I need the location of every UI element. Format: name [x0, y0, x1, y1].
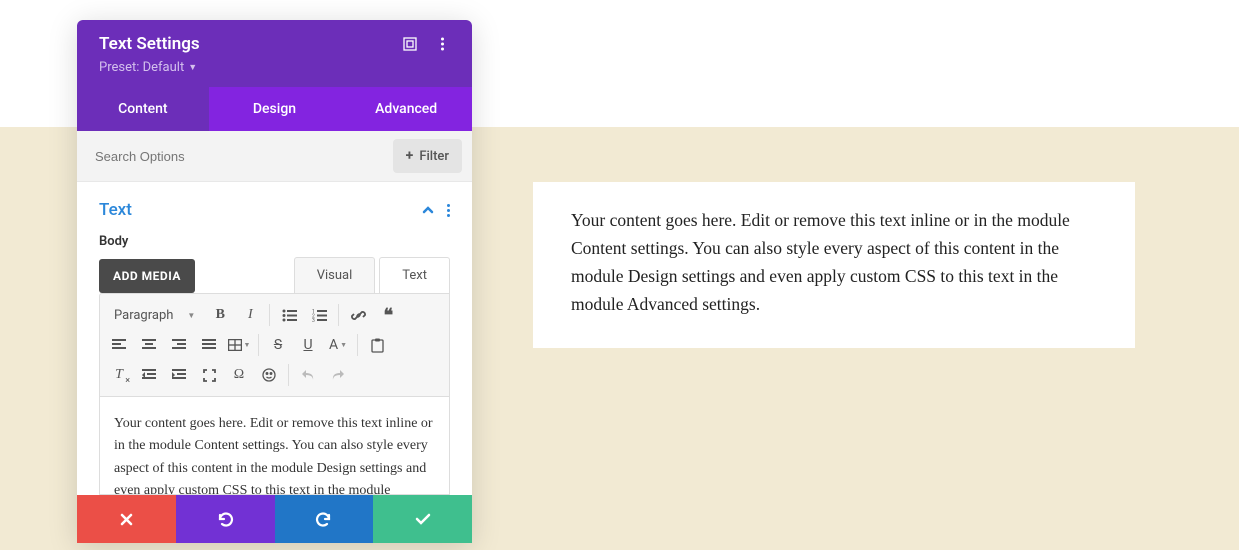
panel-title: Text Settings — [99, 34, 200, 54]
tab-content[interactable]: Content — [77, 87, 209, 131]
preset-selector[interactable]: Preset: Default ▼ — [99, 60, 450, 75]
editor-content[interactable]: Your content goes here. Edit or remove t… — [99, 397, 450, 495]
format-dropdown[interactable]: Paragraph ▼ — [106, 304, 203, 327]
editor-area: ADD MEDIA Visual Text Paragraph ▼ B I 12… — [77, 257, 472, 495]
bold-icon[interactable]: B — [207, 302, 233, 328]
editor-tab-text[interactable]: Text — [379, 257, 450, 293]
caret-down-icon: ▼ — [188, 62, 197, 73]
search-row: + Filter — [77, 131, 472, 182]
filter-button[interactable]: + Filter — [393, 139, 462, 173]
paste-icon[interactable] — [364, 332, 390, 358]
align-right-icon[interactable] — [166, 332, 192, 358]
strikethrough-icon[interactable]: S — [265, 332, 291, 358]
quote-icon[interactable]: ❝ — [375, 302, 401, 328]
align-center-icon[interactable] — [136, 332, 162, 358]
editor-tab-visual[interactable]: Visual — [294, 257, 376, 293]
expand-icon[interactable] — [402, 36, 418, 52]
accordion-header[interactable]: Text — [77, 182, 472, 234]
main-tabs: Content Design Advanced — [77, 87, 472, 131]
kebab-menu-icon[interactable] — [434, 36, 450, 52]
redo-icon[interactable] — [325, 362, 351, 388]
fullscreen-icon[interactable] — [196, 362, 222, 388]
close-button[interactable] — [77, 495, 176, 543]
preview-module[interactable]: Your content goes here. Edit or remove t… — [533, 182, 1135, 348]
emoji-icon[interactable] — [256, 362, 282, 388]
chevron-up-icon[interactable] — [421, 203, 435, 217]
bullet-list-icon[interactable] — [276, 302, 302, 328]
tab-design[interactable]: Design — [209, 87, 341, 131]
kebab-menu-icon[interactable] — [447, 204, 450, 217]
undo-icon[interactable] — [295, 362, 321, 388]
underline-icon[interactable]: U — [295, 332, 321, 358]
undo-button[interactable] — [176, 495, 275, 543]
add-media-button[interactable]: ADD MEDIA — [99, 259, 195, 293]
link-icon[interactable] — [345, 302, 371, 328]
clear-format-icon[interactable]: T× — [106, 362, 132, 388]
svg-text:3: 3 — [312, 318, 315, 322]
table-icon[interactable]: ▼ — [226, 332, 252, 358]
bottom-action-bar — [77, 495, 472, 543]
align-left-icon[interactable] — [106, 332, 132, 358]
preview-text[interactable]: Your content goes here. Edit or remove t… — [571, 206, 1097, 318]
caret-down-icon: ▼ — [187, 311, 195, 320]
tab-advanced[interactable]: Advanced — [340, 87, 472, 131]
filter-label: Filter — [419, 149, 449, 164]
special-char-icon[interactable]: Ω — [226, 362, 252, 388]
align-justify-icon[interactable] — [196, 332, 222, 358]
editor-toolbar: Paragraph ▼ B I 123 ❝ ▼ S U — [99, 293, 450, 397]
panel-header: Text Settings Preset: Default ▼ — [77, 20, 472, 87]
italic-icon[interactable]: I — [237, 302, 263, 328]
accordion-title: Text — [99, 200, 132, 220]
outdent-icon[interactable] — [136, 362, 162, 388]
search-input[interactable] — [77, 135, 393, 178]
plus-icon: + — [406, 148, 414, 164]
text-color-icon[interactable]: A▼ — [325, 332, 351, 358]
format-value: Paragraph — [114, 308, 173, 323]
body-label: Body — [77, 234, 472, 257]
number-list-icon[interactable]: 123 — [306, 302, 332, 328]
preset-label: Preset: Default — [99, 60, 184, 75]
indent-icon[interactable] — [166, 362, 192, 388]
redo-button[interactable] — [275, 495, 374, 543]
save-button[interactable] — [373, 495, 472, 543]
settings-panel: Text Settings Preset: Default ▼ Content … — [77, 20, 472, 543]
